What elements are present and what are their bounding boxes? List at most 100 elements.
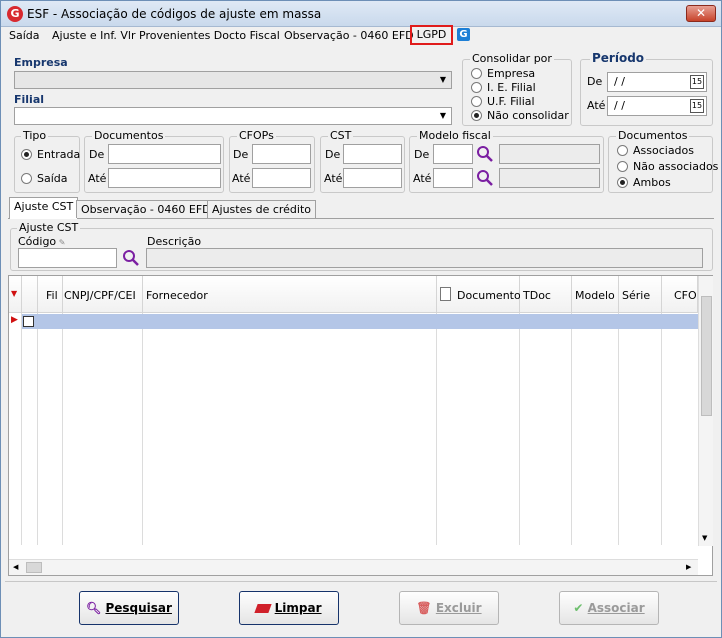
chevron-down-icon[interactable]: ▼ (436, 109, 450, 123)
grid-divider (436, 313, 437, 545)
search-icon[interactable] (122, 249, 140, 267)
periodo-ate-input[interactable]: / / 15 (607, 96, 707, 116)
limpar-button[interactable]: Limpar (239, 591, 339, 625)
radio-ambos[interactable] (617, 177, 628, 188)
document-icon (440, 287, 451, 301)
radio-empresa[interactable] (471, 68, 482, 79)
tab-ajustes-credito[interactable]: Ajustes de crédito (207, 200, 317, 218)
radio-nao-associados-label: Não associados (633, 160, 719, 173)
cst-ate-input[interactable] (343, 168, 402, 188)
row-checkbox[interactable] (23, 316, 34, 327)
filial-combo[interactable]: ▼ (14, 107, 452, 125)
grid-header-cfop[interactable]: CFOP (662, 276, 698, 313)
descricao-input (146, 248, 703, 268)
pesquisar-button[interactable]: 🔍︎ Pesquisar (79, 591, 179, 625)
radio-nao-associados[interactable] (617, 161, 628, 172)
documentos-ate-label: Até (88, 172, 107, 185)
calendar-icon[interactable]: 15 (690, 75, 704, 89)
radio-saida[interactable] (21, 173, 32, 184)
tipo-title: Tipo (21, 129, 49, 142)
docs-assoc-title: Documentos (616, 129, 690, 142)
periodo-de-label: De (587, 75, 603, 88)
tab-observacao[interactable]: Observação - 0460 EFD (76, 200, 216, 218)
codigo-label: Código ✎ (18, 235, 65, 248)
menu-item-saida[interactable]: Saída (9, 29, 40, 42)
search-icon[interactable] (476, 169, 494, 187)
grid-header-documento[interactable]: Documento (437, 276, 521, 313)
grid-header-fil[interactable]: Fil (38, 276, 63, 313)
grid-divider (21, 313, 22, 545)
empresa-label: Empresa (14, 56, 68, 69)
scroll-down-icon[interactable]: ▼ (702, 534, 707, 542)
modelo-title: Modelo fiscal (417, 129, 493, 142)
periodo-ate-label: Até (587, 99, 606, 112)
grid-divider (661, 313, 662, 545)
modelo-de-desc (499, 144, 600, 164)
col-fornecedor: Fornecedor (146, 289, 208, 302)
modelo-ate-input[interactable] (433, 168, 473, 188)
cfops-de-input[interactable] (252, 144, 311, 164)
radio-nao-consolidar[interactable] (471, 110, 482, 121)
excluir-button[interactable]: 🗑︎ Excluir (399, 591, 499, 625)
results-grid[interactable]: ▼ Fil CNPJ/CPF/CEI Fornecedor Documento … (8, 275, 713, 576)
modelo-de-input[interactable] (433, 144, 473, 164)
close-button[interactable]: ✕ (686, 5, 716, 22)
col-cnpj: CNPJ/CPF/CEI (64, 289, 136, 302)
cst-ate-label: Até (324, 172, 343, 185)
scroll-left-icon[interactable]: ◀ (13, 563, 18, 571)
radio-uf-filial[interactable] (471, 96, 482, 107)
app-logo-icon: G (7, 6, 23, 22)
vertical-scroll-thumb[interactable] (701, 296, 712, 416)
grid-divider (618, 313, 619, 545)
menu-item-lgpd[interactable]: LGPD (410, 25, 453, 45)
periodo-ate-value: / / (614, 99, 625, 112)
grid-divider (37, 313, 38, 545)
radio-entrada[interactable] (21, 149, 32, 160)
radio-ie-filial[interactable] (471, 82, 482, 93)
bottom-separator (5, 581, 717, 582)
vertical-scrollbar[interactable]: ▼ (698, 276, 713, 546)
grid-header-fornecedor[interactable]: Fornecedor (143, 276, 437, 313)
grid-header-tdoc[interactable]: TDoc (520, 276, 572, 313)
scroll-right-icon[interactable]: ▶ (686, 563, 691, 571)
documentos-title: Documentos (92, 129, 166, 142)
limpar-label: Limpar (274, 601, 322, 615)
documentos-ate-input[interactable] (108, 168, 221, 188)
documentos-de-input[interactable] (108, 144, 221, 164)
menu-item-observacao[interactable]: Observação - 0460 EFD (284, 29, 414, 42)
radio-ambos-label: Ambos (633, 176, 671, 189)
cst-de-input[interactable] (343, 144, 402, 164)
col-tdoc: TDoc (523, 289, 551, 302)
associar-button[interactable]: ✔ Associar (559, 591, 659, 625)
cst-de-label: De (325, 148, 341, 161)
grid-divider (62, 313, 63, 545)
col-cfop: CFOP (674, 289, 697, 302)
grid-header-modelo[interactable]: Modelo (572, 276, 619, 313)
consolidar-title: Consolidar por (470, 52, 554, 65)
documentos-de-label: De (89, 148, 105, 161)
empresa-combo[interactable]: ▼ (14, 71, 452, 89)
horizontal-scroll-thumb[interactable] (26, 562, 42, 573)
cfops-ate-input[interactable] (252, 168, 311, 188)
horizontal-scrollbar[interactable]: ◀ ▶ (9, 559, 698, 575)
grid-header-serie[interactable]: Série (619, 276, 662, 313)
grid-divider (571, 313, 572, 545)
checkmark-icon: ✔ (573, 601, 584, 615)
menu-item-ajuste[interactable]: Ajuste e Inf. Vlr Provenientes Docto Fis… (52, 29, 280, 42)
modelo-de-label: De (414, 148, 430, 161)
periodo-de-input[interactable]: / / 15 (607, 72, 707, 92)
table-row[interactable] (22, 314, 698, 329)
eraser-icon (254, 604, 273, 613)
radio-saida-label: Saída (37, 172, 68, 185)
grid-header-cnpj[interactable]: CNPJ/CPF/CEI (63, 276, 143, 313)
calendar-icon[interactable]: 15 (690, 99, 704, 113)
periodo-title: Período (590, 51, 647, 65)
chevron-down-icon[interactable]: ▼ (436, 73, 450, 87)
radio-associados[interactable] (617, 145, 628, 156)
radio-nao-consolidar-label: Não consolidar (487, 109, 569, 122)
grid-header-check (22, 276, 38, 313)
help-g-icon[interactable]: G (457, 28, 470, 41)
search-icon[interactable] (476, 145, 494, 163)
codigo-input[interactable] (18, 248, 117, 268)
tab-ajuste-cst[interactable]: Ajuste CST (9, 197, 79, 219)
